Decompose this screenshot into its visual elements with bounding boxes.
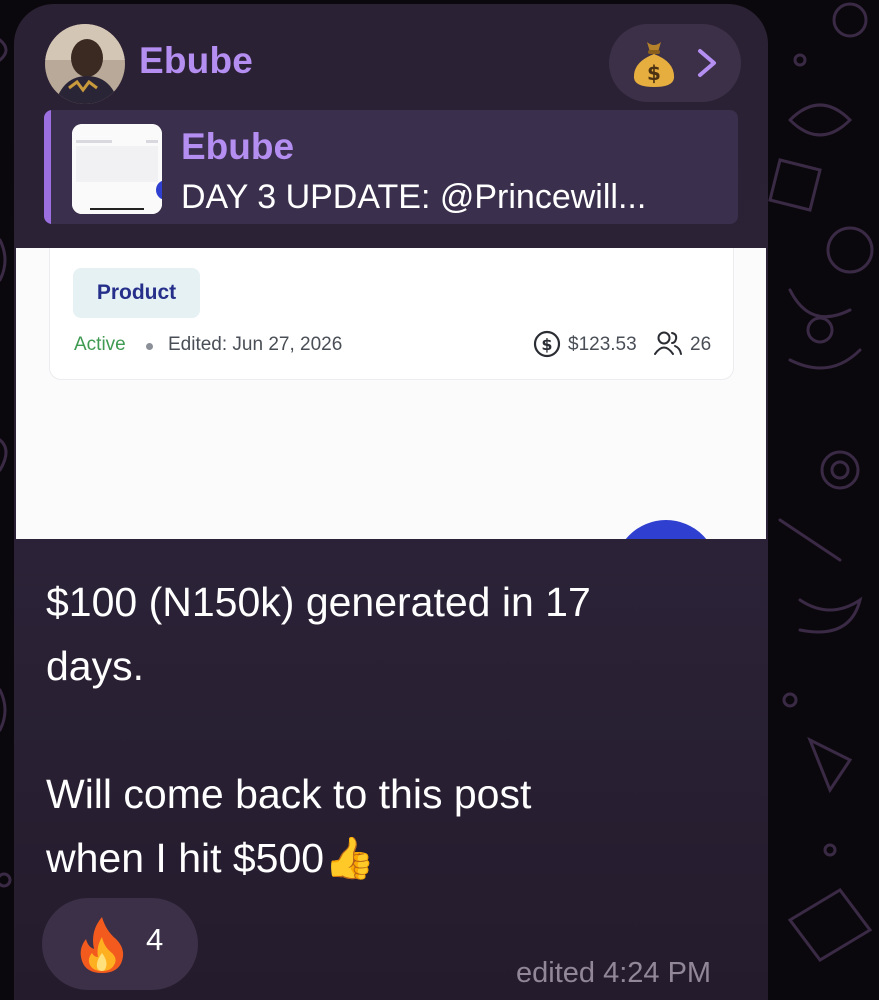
message-text: $100 (N150k) generated in 17 days. Will …	[46, 579, 591, 881]
svg-text:$: $	[647, 61, 661, 85]
reply-thumbnail	[72, 124, 162, 214]
reaction-count: 4	[146, 922, 164, 957]
message-bubble[interactable]: Ebube $ Ebube DAY 3 UPDATE: @Princewill.…	[14, 4, 768, 1000]
avatar-photo	[45, 24, 125, 104]
sender-avatar[interactable]	[45, 24, 125, 104]
chevron-right-icon	[698, 49, 716, 77]
users-icon	[654, 331, 682, 355]
media-preview[interactable]: Product Active Edited: Jun 27, 2026 $ $1…	[16, 248, 766, 539]
status-active: Active	[74, 334, 126, 355]
edited-timestamp: edited 4:24 PM	[516, 957, 712, 989]
product-tag: Product	[73, 268, 200, 318]
edited-date: Edited: Jun 27, 2026	[168, 334, 343, 355]
svg-text:$: $	[541, 335, 552, 354]
product-card: Product Active Edited: Jun 27, 2026 $ $1…	[49, 248, 734, 380]
shared-post-button[interactable]: $	[609, 24, 741, 102]
reply-preview-text: DAY 3 UPDATE: @Princewill...	[181, 178, 647, 216]
moneybag-icon: $	[633, 42, 675, 87]
reply-accent-bar	[44, 110, 51, 224]
fire-reaction-button[interactable]: 4	[42, 898, 198, 990]
sender-name[interactable]: Ebube	[139, 40, 253, 82]
users-count: 26	[690, 334, 712, 355]
amount: $123.53	[568, 334, 637, 355]
separator-dot	[146, 343, 153, 350]
reply-sender-name: Ebube	[181, 126, 295, 167]
reply-quote[interactable]: Ebube DAY 3 UPDATE: @Princewill...	[44, 110, 738, 224]
fire-icon	[80, 917, 124, 973]
floating-action-button	[614, 520, 718, 539]
dollar-circle-icon: $	[533, 330, 561, 358]
